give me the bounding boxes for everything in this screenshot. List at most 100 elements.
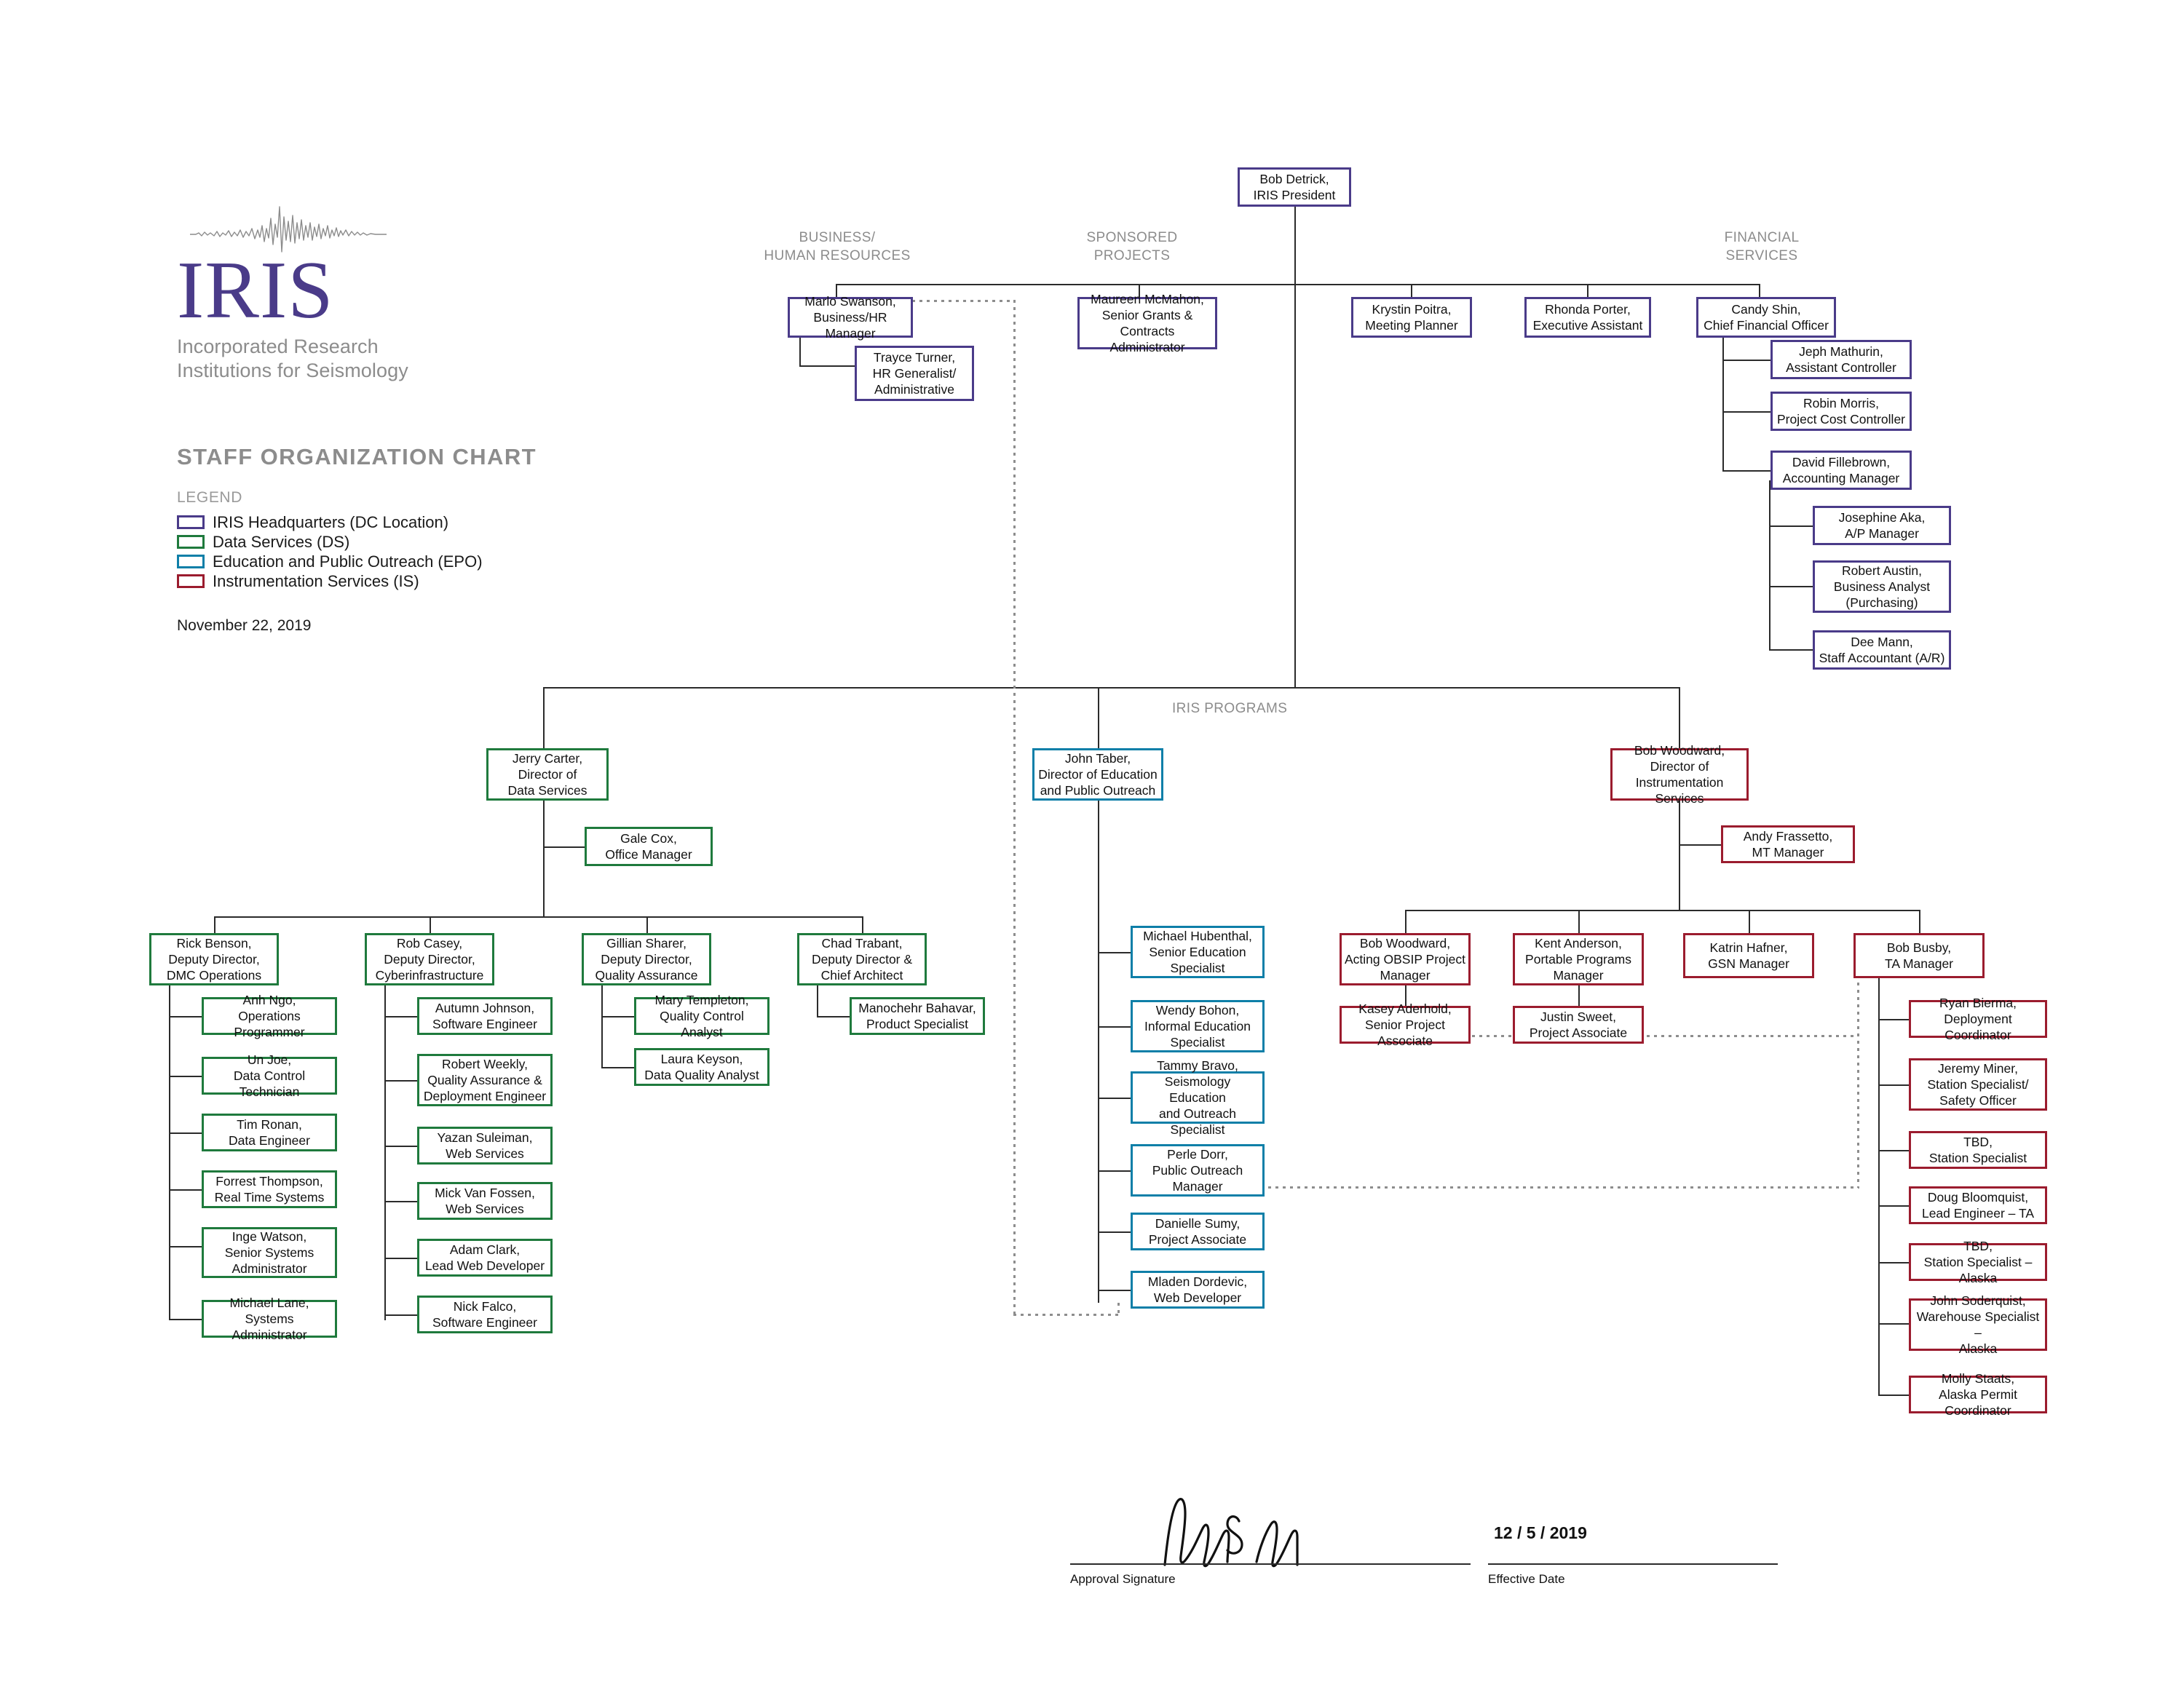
- node-mladen-dordevic[interactable]: Mladen Dordevic, Web Developer: [1131, 1271, 1265, 1309]
- connector-rob-nick: [384, 1314, 418, 1316]
- connector-drop-krystin: [1411, 284, 1412, 297]
- connector-exec-bus: [836, 284, 1759, 285]
- node-katrin-hafner[interactable]: Katrin Hafner, GSN Manager: [1683, 933, 1814, 978]
- node-ryan-bierma[interactable]: Ryan Bierma, Deployment Coordinator: [1909, 996, 2047, 1042]
- connector-taber-danielle: [1098, 1231, 1131, 1233]
- connector-rick-tim: [169, 1132, 202, 1134]
- node-mick-van-fossen[interactable]: Mick Van Fossen, Web Services: [417, 1182, 553, 1220]
- dotted-mladen-stub: [1117, 1303, 1120, 1316]
- node-bob-woodward-obsip[interactable]: Bob Woodward, Acting OBSIP Project Manager: [1340, 933, 1471, 985]
- node-tim-ronan[interactable]: Tim Ronan, Data Engineer: [202, 1114, 337, 1151]
- node-josephine-aka[interactable]: Josephine Aka, A/P Manager: [1813, 506, 1951, 545]
- connector-rob-mick: [384, 1201, 418, 1202]
- connector-rick-anh: [169, 1016, 202, 1017]
- node-david-fillebrown[interactable]: David Fillebrown, Accounting Manager: [1770, 451, 1912, 490]
- node-john-taber[interactable]: John Taber, Director of Education and Publ…: [1032, 748, 1163, 801]
- connector-bobw-andy: [1679, 844, 1722, 846]
- node-kent-anderson[interactable]: Kent Anderson, Portable Programs Manager: [1513, 933, 1644, 985]
- legend-item-is: Instrumentation Services (IS): [177, 571, 483, 591]
- group-label-sponsored-projects: SPONSORED PROJECTS: [1086, 230, 1178, 263]
- connector-busby-jeremy: [1878, 1084, 1910, 1086]
- connector-drop-jerry: [543, 687, 545, 750]
- node-president[interactable]: Bob Detrick, IRIS President: [1238, 167, 1351, 207]
- node-molly-staats[interactable]: Molly Staats, Alaska Permit Coordinator: [1909, 1371, 2047, 1418]
- connector-rob-autumn: [384, 1016, 418, 1017]
- connector-rob-down: [384, 975, 386, 1320]
- node-yazan-suleiman[interactable]: Yazan Suleiman, Web Services: [417, 1127, 553, 1165]
- connector-ds-deputies-bus: [214, 916, 862, 918]
- node-inge-watson[interactable]: Inge Watson, Senior Systems Administrator: [202, 1227, 337, 1278]
- node-laura-keyson[interactable]: Laura Keyson, Data Quality Analyst: [634, 1048, 769, 1086]
- connector-gillian-laura: [601, 1067, 635, 1068]
- iris-logo: IRIS Incorporated Research Institutions …: [177, 204, 483, 383]
- logo-tagline-line2: Institutions for Seismology: [177, 360, 408, 382]
- node-bob-woodward-director[interactable]: Bob Woodward, Director of Instrumentation …: [1610, 743, 1749, 806]
- connector-marlo-trayce: [799, 365, 855, 367]
- legend-label-epo: Education and Public Outreach (EPO): [213, 552, 483, 571]
- node-perle-dorr[interactable]: Perle Dorr, Public Outreach Manager: [1131, 1144, 1265, 1197]
- node-doug-bloomquist[interactable]: Doug Bloomquist, Lead Engineer – TA: [1909, 1186, 2047, 1224]
- connector-chad-manochehr: [817, 1016, 850, 1017]
- connector-drop-candy: [1759, 284, 1760, 297]
- node-trayce-turner[interactable]: Trayce Turner, HR Generalist/Administrati…: [855, 346, 974, 401]
- connector-taber-hubenthal: [1098, 952, 1131, 953]
- effective-date-value: 12 / 5 / 2019: [1494, 1523, 1587, 1542]
- node-jerry-carter[interactable]: Jerry Carter, Director of Data Services: [486, 748, 609, 801]
- connector-drop-chad: [862, 916, 863, 933]
- node-candy-shin[interactable]: Candy Shin, Chief Financial Officer: [1696, 297, 1836, 338]
- connector-drop-rhonda: [1587, 284, 1588, 297]
- connector-drop-rick: [214, 916, 215, 933]
- group-label-iris-programs: IRIS PROGRAMS: [1172, 701, 1288, 716]
- node-chad-trabant[interactable]: Chad Trabant, Deputy Director & Chief Arch…: [797, 933, 927, 985]
- node-robert-austin[interactable]: Robert Austin, Business Analyst (Purchasin…: [1813, 560, 1951, 613]
- node-kasey-aderhold[interactable]: Kasey Aderhold, Senior Project Associate: [1340, 1001, 1471, 1048]
- node-anh-ngo[interactable]: Anh Ngo, Operations Programmer: [202, 993, 337, 1039]
- connector-is-managers-bus: [1405, 910, 1919, 911]
- connector-drop-bobbusby: [1919, 910, 1920, 933]
- node-adam-clark[interactable]: Adam Clark, Lead Web Developer: [417, 1239, 553, 1277]
- node-john-soderquist[interactable]: John Soderquist, Warehouse Specialist – Al…: [1909, 1293, 2047, 1356]
- node-robin-morris[interactable]: Robin Morris, Project Cost Controller: [1770, 392, 1912, 431]
- connector-busby-molly: [1878, 1394, 1910, 1396]
- node-dee-mann[interactable]: Dee Mann, Staff Accountant (A/R): [1813, 630, 1951, 670]
- node-rick-benson[interactable]: Rick Benson, Deputy Director, DMC Operatio…: [149, 933, 279, 985]
- node-jeremy-miner[interactable]: Jeremy Miner, Station Specialist/Safety O…: [1909, 1058, 2047, 1111]
- node-manochehr-bahavar[interactable]: Manochehr Bahavar, Product Specialist: [850, 997, 985, 1035]
- logo-wordmark: IRIS: [177, 245, 334, 336]
- node-mary-templeton[interactable]: Mary Templeton, Quality Control Analyst: [634, 993, 769, 1039]
- node-nick-falco[interactable]: Nick Falco, Software Engineer: [417, 1296, 553, 1333]
- node-maureen-mcmahon[interactable]: Maureen McMahon, Senior Grants & Contracts…: [1077, 292, 1217, 354]
- effective-date-caption: Effective Date: [1488, 1572, 1565, 1586]
- node-gillian-sharer[interactable]: Gillian Sharer, Deputy Director, Quality A…: [582, 933, 711, 985]
- dotted-marlo-down: [1013, 300, 1016, 1316]
- node-tbd-station-specialist-alaska[interactable]: TBD, Station Specialist – Alaska: [1909, 1239, 2047, 1285]
- connector-taber-wendy: [1098, 1026, 1131, 1028]
- node-bob-busby[interactable]: Bob Busby, TA Manager: [1853, 933, 1985, 978]
- node-marlo-swanson[interactable]: Marlo Swanson, Business/HR Manager: [788, 294, 913, 341]
- node-jeph-mathurin[interactable]: Jeph Mathurin, Assistant Controller: [1770, 340, 1912, 379]
- node-wendy-bohon[interactable]: Wendy Bohon, Informal Education Specialist: [1131, 1000, 1265, 1052]
- node-michael-hubenthal[interactable]: Michael Hubenthal, Senior Education Specia…: [1131, 926, 1265, 978]
- connector-taber-mladen: [1098, 1290, 1131, 1291]
- node-rob-casey[interactable]: Rob Casey, Deputy Director, Cyberinfrastru…: [365, 933, 494, 985]
- connector-rick-forrest: [169, 1189, 202, 1191]
- node-un-joe[interactable]: Un Joe, Data Control Technician: [202, 1052, 337, 1099]
- node-gale-cox[interactable]: Gale Cox, Office Manager: [585, 827, 713, 866]
- node-danielle-sumy[interactable]: Danielle Sumy, Project Associate: [1131, 1213, 1265, 1250]
- connector-rick-down: [169, 975, 170, 1320]
- node-tammy-bravo[interactable]: Tammy Bravo, Seismology Education and Outr…: [1131, 1058, 1265, 1137]
- node-robert-weekly[interactable]: Robert Weekly, Quality Assurance & Deploym…: [417, 1054, 553, 1106]
- node-justin-sweet[interactable]: Justin Sweet, Project Associate: [1513, 1006, 1644, 1044]
- connector-rob-robertw: [384, 1080, 418, 1082]
- connector-jerry-gale: [543, 846, 585, 848]
- node-autumn-johnson[interactable]: Autumn Johnson, Software Engineer: [417, 997, 553, 1035]
- connector-rick-unjoe: [169, 1076, 202, 1077]
- node-forrest-thompson[interactable]: Forrest Thompson, Real Time Systems: [202, 1170, 337, 1208]
- node-michael-lane[interactable]: Michael Lane, Systems Administrator: [202, 1296, 337, 1342]
- dotted-marlo-right: [912, 300, 1016, 302]
- node-andy-frassetto[interactable]: Andy Frassetto, MT Manager: [1721, 825, 1855, 863]
- node-krystin-poitra[interactable]: Krystin Poitra, Meeting Planner: [1351, 297, 1472, 338]
- node-tbd-station-specialist[interactable]: TBD, Station Specialist: [1909, 1131, 2047, 1169]
- connector-candy-jeph: [1722, 360, 1770, 361]
- node-rhonda-porter[interactable]: Rhonda Porter, Executive Assistant: [1524, 297, 1651, 338]
